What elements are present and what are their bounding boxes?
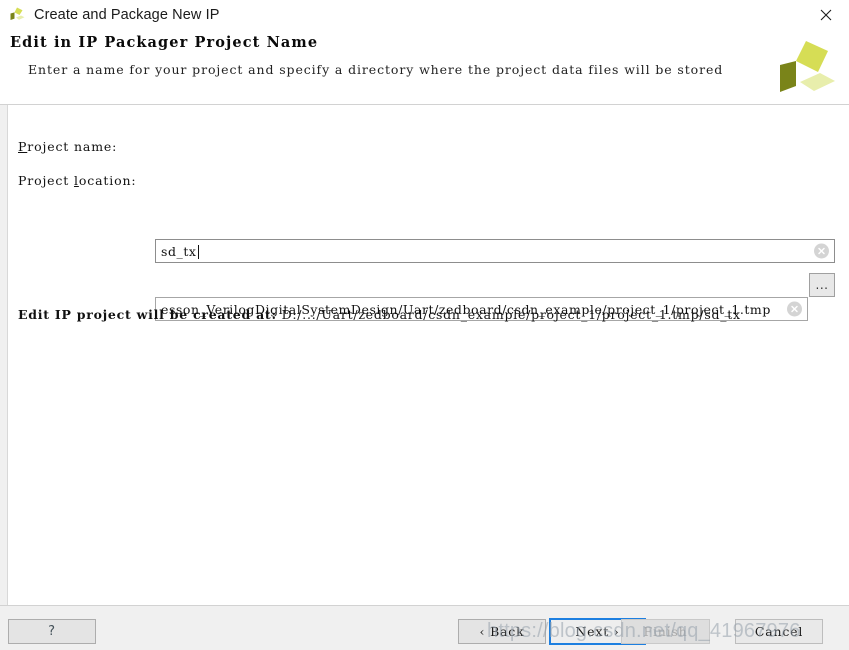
status-path: D:/.../Uart/zedboard/csdn_example/projec… (281, 307, 741, 322)
dialog-footer (0, 606, 849, 650)
ellipsis-icon: ... (815, 278, 829, 292)
xilinx-logo-icon (773, 38, 839, 100)
dialog-header: Edit in IP Packager Project Name Enter a… (0, 30, 849, 105)
browse-location-button[interactable]: ... (809, 273, 835, 297)
clear-circle-icon[interactable] (814, 243, 829, 259)
cancel-button[interactable]: Cancel (735, 619, 823, 644)
page-title: Edit in IP Packager Project Name (10, 34, 319, 51)
back-button[interactable]: ‹ Back (458, 619, 546, 644)
project-name-label: Project name: (18, 139, 117, 154)
finish-button: Finish (621, 619, 710, 644)
project-location-label-rest: ocation: (78, 172, 137, 188)
project-path-status: Edit IP project will be created at: D:/.… (18, 307, 741, 322)
xilinx-logo-icon (8, 6, 26, 24)
project-name-input[interactable]: sd_tx (155, 239, 835, 263)
close-icon[interactable] (803, 0, 849, 30)
project-name-mnemonic: P (18, 138, 28, 154)
status-prefix: Edit IP project will be created at: (18, 307, 277, 322)
project-location-row: Project location: (18, 167, 136, 193)
clear-circle-icon[interactable] (787, 301, 802, 317)
title-bar: Create and Package New IP (0, 0, 849, 30)
window-title: Create and Package New IP (34, 7, 220, 23)
left-margin-strip (0, 105, 8, 605)
text-caret (197, 245, 199, 259)
create-and-package-new-ip-dialog: Create and Package New IP Edit in IP Pac… (0, 0, 849, 650)
project-name-row: Project name: (18, 133, 117, 159)
project-location-label: Project location: (18, 173, 136, 188)
dialog-content: Project name: sd_tx Project location: es… (0, 105, 849, 605)
project-name-label-text: roject name: (27, 138, 118, 154)
help-button[interactable]: ? (8, 619, 96, 644)
page-description: Enter a name for your project and specif… (28, 62, 724, 77)
project-location-label-start: Project (18, 172, 74, 188)
project-name-value: sd_tx (161, 243, 197, 259)
